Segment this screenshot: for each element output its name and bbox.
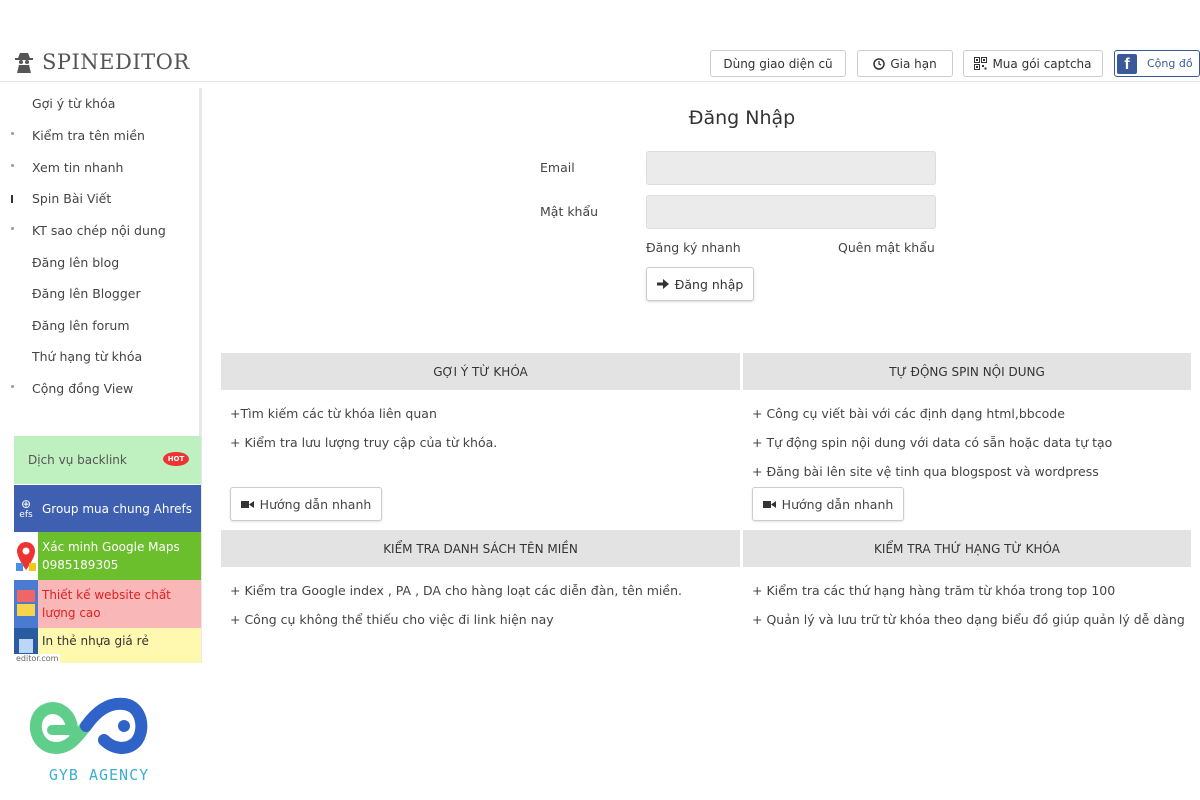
keyword-rank-header: KIỂM TRA THỨ HẠNG TỪ KHÓA	[743, 530, 1191, 567]
sidebar-item-community-view[interactable]: Cộng đồng View	[32, 381, 133, 396]
facebook-icon: f	[1117, 53, 1137, 74]
google-maps-phone: 0985189305	[42, 558, 119, 572]
agency-name: GYB AGENCY	[48, 766, 150, 784]
qr-code-icon	[974, 57, 988, 70]
spin-bullet: + Công cụ viết bài với các định dạng htm…	[752, 406, 1065, 421]
password-field[interactable]	[646, 195, 936, 229]
password-label: Mật khẩu	[540, 204, 599, 219]
video-camera-icon	[240, 500, 254, 508]
spin-bullet: + Tự động spin nội dung với data có sẵn …	[752, 435, 1113, 450]
ahrefs-group-banner[interactable]: ⊕ efs Group mua chung Ahrefs	[14, 485, 201, 532]
google-maps-label: Xác minh Google Maps	[42, 540, 180, 554]
community-label: Cộng đồ	[1147, 57, 1193, 70]
video-camera-icon	[762, 500, 776, 508]
domain-check-header: KIỂM TRA DANH SÁCH TÊN MIỀN	[221, 530, 740, 567]
google-maps-banner[interactable]: Xác minh Google Maps 0985189305	[14, 532, 201, 580]
bullet-dot	[11, 227, 14, 230]
old-interface-button[interactable]: Dùng giao diện cũ	[710, 50, 846, 77]
site-url-fragment: editor.com	[14, 654, 61, 663]
website-design-label: Thiết kế website chất	[42, 588, 171, 602]
map-pin-icon	[14, 532, 38, 580]
infinity-logo-icon	[29, 697, 148, 755]
login-button-label: Đăng nhập	[674, 276, 744, 292]
sidebar-item-post-blog[interactable]: Đăng lên blog	[32, 255, 119, 270]
agency-logo: GYB AGENCY	[24, 690, 174, 790]
keyword-bullet: + Kiểm tra lưu lượng truy cập của từ khó…	[230, 435, 498, 450]
keyword-guide-button[interactable]: Hướng dẫn nhanh	[230, 487, 382, 521]
renew-label: Gia hạn	[890, 56, 937, 71]
backlink-service-label: Dịch vụ backlink	[28, 453, 127, 467]
email-label: Email	[540, 160, 575, 175]
renew-button[interactable]: Gia hạn	[857, 50, 953, 77]
buy-captcha-button[interactable]: Mua gói captcha	[963, 50, 1103, 77]
website-design-label-2: lượng cao	[42, 606, 101, 620]
plastic-card-label: In thẻ nhựa giá rẻ	[42, 634, 149, 648]
sidebar-item-post-blogger[interactable]: Đăng lên Blogger	[32, 286, 141, 301]
sidebar-item-post-forum[interactable]: Đăng lên forum	[32, 318, 130, 333]
rank-bullet: + Kiểm tra các thứ hạng hàng trăm từ khó…	[752, 583, 1116, 598]
rank-bullet: + Quản lý và lưu trữ từ khóa theo dạng b…	[752, 612, 1185, 627]
header-divider	[0, 81, 1200, 82]
spin-bullet: + Đăng bài lên site vệ tinh qua blogspos…	[752, 464, 1099, 479]
clock-icon	[873, 57, 886, 70]
login-title: Đăng Nhập	[688, 107, 796, 129]
ahrefs-group-label: Group mua chung Ahrefs	[42, 501, 192, 516]
keyword-suggest-header: GỢI Ý TỪ KHÓA	[221, 353, 740, 390]
sidebar-item-quick-news[interactable]: Xem tin nhanh	[32, 160, 123, 175]
auto-spin-header: TỰ ĐỘNG SPIN NỘI DUNG	[743, 353, 1191, 390]
login-button[interactable]: Đăng nhập	[646, 267, 754, 301]
keyword-suggest-title: GỢI Ý TỪ KHÓA	[433, 364, 528, 379]
sidebar-item-spin-article[interactable]: Spin Bài Viết	[32, 191, 111, 206]
bullet-dot	[11, 385, 14, 388]
bullet-dot	[11, 132, 14, 135]
keyword-rank-title: KIỂM TRA THỨ HẠNG TỪ KHÓA	[874, 541, 1060, 556]
website-thumbnail-icon	[14, 580, 38, 628]
keyword-guide-label: Hướng dẫn nhanh	[259, 496, 372, 512]
backlink-service-banner[interactable]: Dịch vụ backlink HOT	[14, 436, 201, 484]
sidebar-item-keyword-rank[interactable]: Thứ hạng từ khóa	[32, 349, 142, 364]
bullet-dot	[11, 164, 14, 167]
brand-name: SPINEDITOR	[42, 50, 190, 74]
email-field[interactable]	[646, 151, 936, 185]
domain-bullet: + Kiểm tra Google index , PA , DA cho hà…	[230, 583, 682, 598]
spin-guide-button[interactable]: Hướng dẫn nhanh	[752, 487, 904, 521]
spin-guide-label: Hướng dẫn nhanh	[781, 496, 894, 512]
keyword-bullet: +Tìm kiếm các từ khóa liên quan	[230, 406, 437, 421]
domain-check-title: KIỂM TRA DANH SÁCH TÊN MIỀN	[383, 541, 578, 556]
sidebar-item-domain-check[interactable]: Kiểm tra tên miền	[32, 128, 145, 143]
buy-captcha-label: Mua gói captcha	[992, 56, 1092, 71]
arrow-right-icon	[656, 279, 669, 289]
sidebar-item-copy-check[interactable]: KT sao chép nội dung	[32, 223, 166, 238]
ahrefs-icon: ⊕ efs	[19, 496, 33, 520]
community-button[interactable]: f Cộng đồ	[1114, 50, 1200, 77]
bullet-dot	[11, 195, 13, 203]
spy-icon	[15, 53, 33, 73]
hot-badge: HOT	[163, 452, 189, 466]
website-design-banner[interactable]: Thiết kế website chất lượng cao	[14, 580, 201, 628]
top-header: SPINEDITOR Dùng giao diện cũ Gia hạn Mua…	[0, 42, 1200, 82]
ahrefs-side-text: efs	[19, 509, 33, 520]
old-interface-label: Dùng giao diện cũ	[723, 56, 833, 71]
app-root: SPINEDITOR Dùng giao diện cũ Gia hạn Mua…	[0, 0, 1200, 800]
forgot-password-link[interactable]: Quên mật khẩu	[838, 240, 935, 255]
brand-logo[interactable]: SPINEDITOR	[14, 50, 190, 74]
domain-bullet: + Công cụ không thể thiếu cho việc đi li…	[230, 612, 554, 627]
auto-spin-title: TỰ ĐỘNG SPIN NỘI DUNG	[889, 364, 1045, 379]
quick-register-link[interactable]: Đăng ký nhanh	[646, 240, 741, 255]
